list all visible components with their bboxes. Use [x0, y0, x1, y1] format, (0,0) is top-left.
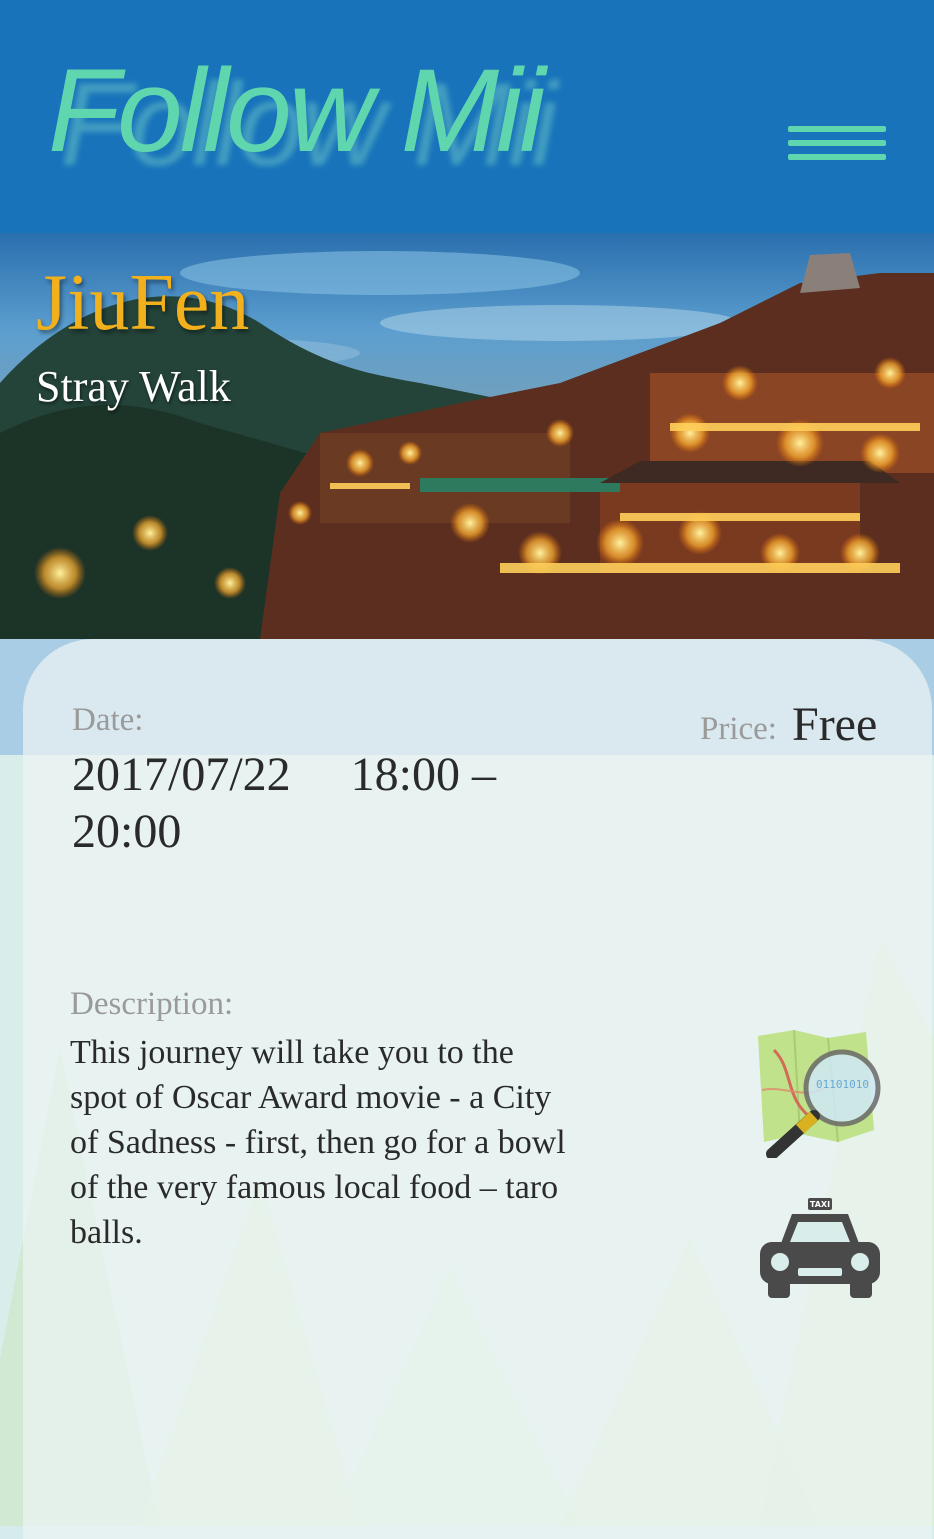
date-value: 2017/07/22 18:00 – 20:00 — [72, 748, 509, 858]
date-label: Date: — [72, 702, 144, 738]
event-title: JiuFen — [36, 259, 250, 347]
taxi-icon[interactable]: TAXI — [758, 1196, 882, 1300]
event-subtitle: Stray Walk — [36, 362, 231, 411]
hero-image: JiuFen Stray Walk — [0, 233, 934, 639]
app-logo[interactable]: Follow Mii — [48, 52, 545, 170]
app-header: Follow Mii — [0, 0, 934, 233]
description-label: Description: — [70, 986, 234, 1022]
price-label: Price: — [700, 711, 777, 747]
map-search-icon[interactable]: 01101010 — [754, 1029, 886, 1160]
description-text: This journey will take you to the spot o… — [70, 1034, 566, 1251]
taxi-sign-label: TAXI — [810, 1200, 830, 1209]
map-icon-digits: 01101010 — [816, 1078, 869, 1091]
hamburger-menu-icon[interactable] — [788, 124, 888, 166]
price-value: Free — [792, 698, 878, 751]
